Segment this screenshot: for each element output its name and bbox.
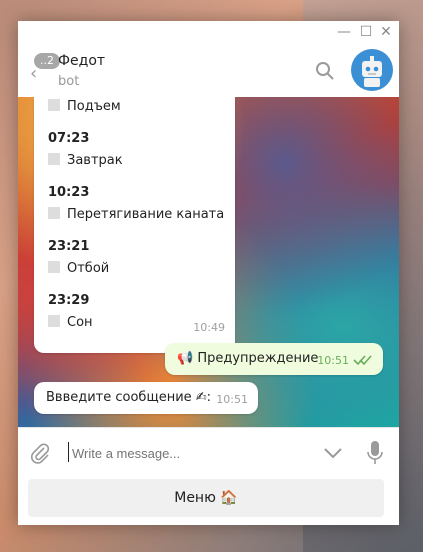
item-time: 23:21	[48, 239, 90, 254]
search-icon[interactable]	[315, 61, 335, 81]
checkbox	[48, 315, 60, 327]
close-button[interactable]: ✕	[377, 23, 395, 41]
list-item: Завтрак	[48, 153, 123, 168]
chat-header: ‹ ..2 Федот bot	[18, 43, 399, 98]
schedule-message: Подъем 07:23 Завтрак 10:23 Перетягивание…	[34, 97, 235, 353]
checkbox	[48, 153, 60, 165]
microphone-icon[interactable]	[366, 440, 384, 466]
item-time: 07:23	[48, 131, 90, 146]
chat-window: — ☐ ✕ ‹ ..2 Федот bot Подъем 07:23 Завтр…	[18, 21, 399, 525]
message-input[interactable]	[68, 440, 272, 466]
avatar[interactable]	[351, 49, 393, 91]
item-label: Сон	[67, 315, 93, 330]
paperclip-icon[interactable]	[30, 442, 50, 464]
list-item: Сон	[48, 315, 93, 330]
robot-icon	[362, 56, 382, 87]
chat-subtitle: bot	[58, 74, 80, 89]
title-bar: — ☐ ✕	[18, 21, 399, 43]
item-label: Завтрак	[67, 153, 123, 168]
bot-keyboard: Меню 🏠	[18, 477, 399, 525]
incoming-message: Ввведите сообщение ✍: 10:51	[34, 382, 258, 414]
message-time: 10:49	[193, 321, 225, 334]
checkbox	[48, 99, 60, 111]
item-label: Перетягивание каната	[67, 207, 225, 222]
message-text: Ввведите сообщение ✍:	[46, 390, 212, 405]
item-label: Подъем	[67, 99, 121, 114]
item-label: Отбой	[67, 261, 110, 276]
list-item: Отбой	[48, 261, 109, 276]
outgoing-message: 📢 Предупреждение 10:51	[165, 343, 383, 375]
list-item: Подъем	[48, 99, 121, 114]
double-check-icon	[353, 355, 372, 366]
item-time: 23:29	[48, 293, 90, 308]
unread-badge: ..2	[34, 53, 60, 69]
message-time: 10:51	[317, 354, 349, 367]
chevron-down-icon[interactable]	[322, 444, 344, 462]
checkbox	[48, 261, 60, 273]
list-item: Перетягивание каната	[48, 207, 224, 222]
item-time: 10:23	[48, 185, 90, 200]
chat-title[interactable]: Федот	[58, 53, 105, 69]
message-composer	[18, 427, 399, 478]
message-text: 📢 Предупреждение	[177, 351, 319, 366]
minimize-button[interactable]: —	[335, 23, 353, 41]
menu-button[interactable]: Меню 🏠	[28, 479, 384, 517]
maximize-button[interactable]: ☐	[357, 23, 375, 41]
checkbox	[48, 207, 60, 219]
message-area[interactable]: Подъем 07:23 Завтрак 10:23 Перетягивание…	[18, 97, 399, 427]
back-button[interactable]: ‹ ..2	[28, 49, 60, 84]
message-time: 10:51	[216, 393, 248, 406]
